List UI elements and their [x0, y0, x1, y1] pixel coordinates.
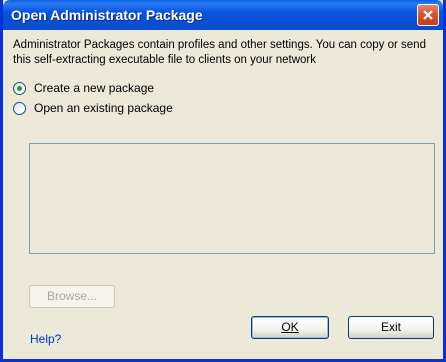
radio-label-open: Open an existing package [34, 101, 173, 115]
radio-open-existing[interactable]: Open an existing package [13, 100, 173, 116]
help-link[interactable]: Help? [30, 332, 61, 346]
ok-button[interactable]: OK [251, 316, 329, 339]
description-text: Administrator Packages contain profiles … [13, 39, 426, 66]
package-list[interactable] [29, 143, 435, 254]
ok-button-label: OK [281, 320, 299, 334]
browse-button[interactable]: Browse... [29, 285, 115, 308]
close-icon [423, 10, 433, 20]
close-button[interactable] [417, 4, 439, 26]
radio-create-new[interactable]: Create a new package [13, 80, 154, 96]
radio-label-create: Create a new package [34, 81, 155, 95]
radio-button-unchecked[interactable] [13, 101, 26, 115]
exit-button[interactable]: Exit [348, 316, 434, 339]
title-bar[interactable]: Open Administrator Package [3, 0, 443, 30]
dialog-window: Open Administrator Package Administrator… [0, 0, 446, 362]
dialog-content: Administrator Packages contain profiles … [3, 30, 443, 359]
radio-button-checked[interactable] [13, 81, 26, 95]
window-title: Open Administrator Package [11, 7, 203, 23]
